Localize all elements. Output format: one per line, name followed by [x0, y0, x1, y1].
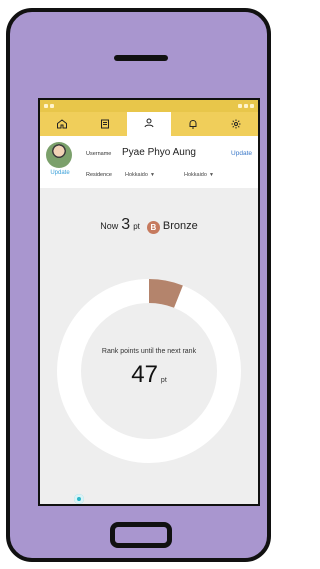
residence-select-2-value: Hokkaido — [184, 171, 207, 178]
tab-notifications[interactable] — [171, 112, 215, 136]
profile-section: Update Username Pyae Phyo Aung Update Re… — [40, 136, 258, 188]
username-label: Username — [86, 151, 112, 157]
notification-icon — [50, 104, 54, 108]
phone-frame: Update Username Pyae Phyo Aung Update Re… — [6, 8, 271, 562]
signal-icon — [44, 104, 48, 108]
tab-news[interactable] — [84, 112, 128, 136]
remaining-points-unit: pt — [160, 377, 167, 384]
next-rank-value: 47 pt — [131, 361, 167, 389]
username-update-link[interactable]: Update — [231, 150, 252, 157]
phone-speaker — [114, 55, 168, 61]
tab-profile[interactable] — [127, 112, 171, 136]
remaining-points: 47 — [131, 361, 158, 388]
bronze-badge-icon: B — [146, 221, 160, 234]
status-right — [238, 104, 254, 108]
username-value: Pyae Phyo Aung — [122, 147, 196, 158]
home-icon — [56, 119, 67, 129]
tab-settings[interactable] — [214, 112, 258, 136]
profile-icon — [144, 118, 154, 128]
residence-select-2[interactable]: Hokkaido ▼ — [184, 170, 214, 179]
status-bar — [40, 100, 258, 112]
battery-icon — [244, 104, 248, 108]
status-dot-icon — [74, 494, 84, 504]
tab-bar — [40, 112, 258, 136]
rank-name: Bronze — [162, 220, 198, 232]
chevron-down-icon: ▼ — [149, 171, 155, 178]
residence-select-1[interactable]: Hokkaido ▼ — [125, 170, 155, 179]
home-button[interactable] — [110, 522, 172, 548]
residence-label: Residence — [86, 172, 112, 178]
rank-now-label: Now — [100, 221, 119, 231]
ring-center-text: Rank points until the next rank 47 pt — [54, 348, 244, 389]
news-icon — [101, 119, 110, 129]
status-left — [44, 104, 54, 108]
app-screen: Update Username Pyae Phyo Aung Update Re… — [38, 98, 260, 506]
avatar-update-link[interactable]: Update — [46, 170, 74, 176]
residence-select-1-value: Hokkaido — [125, 171, 148, 178]
bell-icon — [189, 119, 197, 129]
rank-inline: Now 3 pt B Bronze — [100, 216, 198, 234]
rank-points-unit: pt — [133, 222, 140, 231]
avatar[interactable] — [46, 142, 72, 168]
rank-points: 3 — [121, 216, 131, 233]
settings-icon — [231, 119, 241, 129]
next-rank-label: Rank points until the next rank — [101, 348, 197, 355]
clock-icon — [250, 104, 254, 108]
chevron-down-icon: ▼ — [208, 171, 214, 178]
wifi-icon — [238, 104, 242, 108]
rank-summary: Now 3 pt B Bronze — [40, 216, 258, 234]
tab-home[interactable] — [40, 112, 84, 136]
